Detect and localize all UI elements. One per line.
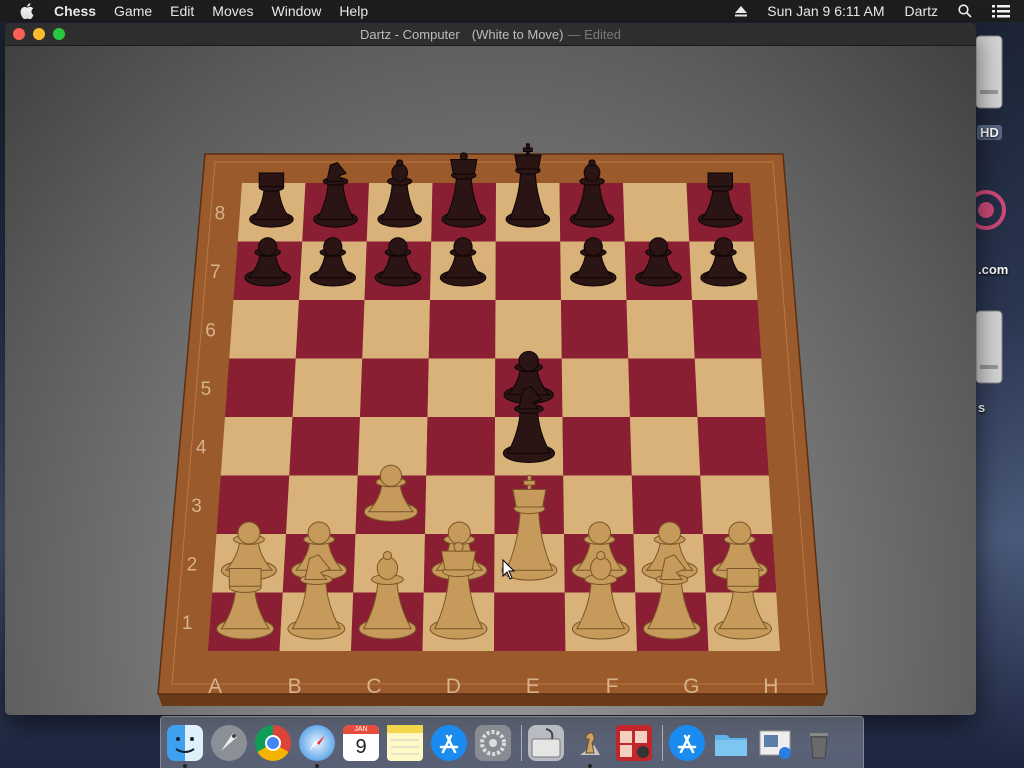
board-square-f5[interactable]	[561, 358, 630, 418]
file-label: H	[763, 675, 778, 698]
file-label: G	[683, 675, 699, 698]
board-square-d4[interactable]	[426, 417, 495, 476]
rank-label: 3	[191, 496, 202, 517]
rank-label: 6	[205, 320, 216, 341]
file-label: E	[526, 675, 540, 698]
calendar-month: JAN	[343, 724, 379, 734]
desktop-hard-drive-icon[interactable]	[972, 30, 1020, 112]
running-indicator	[183, 763, 187, 768]
menu-user[interactable]: Dartz	[905, 3, 938, 19]
board-square-e7[interactable]	[495, 241, 562, 301]
disk-utility-icon[interactable]	[528, 724, 564, 761]
rank-label: 4	[196, 437, 207, 458]
menu-moves[interactable]: Moves	[212, 3, 253, 19]
board-square-e1[interactable]	[494, 592, 566, 652]
menu-game[interactable]: Game	[114, 3, 152, 19]
spotlight-search-icon[interactable]	[958, 4, 972, 18]
safari-icon[interactable]	[299, 724, 335, 768]
desktop-label-s: s	[978, 400, 986, 415]
file-label: F	[606, 675, 619, 698]
system-preferences-icon[interactable]	[475, 724, 511, 761]
finder-icon[interactable]	[167, 724, 203, 768]
dock-separator	[662, 724, 663, 761]
chrome-icon[interactable]	[255, 724, 291, 761]
trash-icon[interactable]	[801, 725, 837, 761]
running-indicator	[588, 763, 592, 768]
rank-label: 8	[215, 203, 226, 224]
rank-label: 1	[182, 613, 193, 634]
apple-menu-icon[interactable]	[20, 3, 38, 19]
chess-board[interactable]: A B C D E F G H 1 2 3 4 5 6 7 8	[5, 46, 976, 715]
eject-icon[interactable]	[735, 5, 748, 17]
calendar-icon[interactable]: JAN 9	[343, 724, 379, 761]
board-square-f6[interactable]	[561, 300, 629, 359]
dock-separator	[521, 724, 522, 761]
rank-label: 2	[187, 554, 198, 575]
running-indicator	[315, 763, 319, 768]
menu-app-name[interactable]: Chess	[54, 3, 96, 19]
window-titlebar[interactable]: Dartz - Computer (White to Move) — Edite…	[5, 23, 976, 46]
chess-scene: A B C D E F G H 1 2 3 4 5 6 7 8	[5, 46, 976, 715]
zoom-button[interactable]	[53, 28, 65, 40]
notification-center-icon[interactable]	[992, 4, 1010, 18]
desktop-label-com: .com	[978, 262, 1009, 277]
desktop-label-hd: HD	[977, 125, 1002, 140]
file-label: D	[446, 675, 461, 698]
dock: JAN 9	[160, 716, 864, 768]
board-square-g5[interactable]	[628, 358, 698, 418]
calendar-day: 9	[355, 735, 367, 758]
board-edge	[158, 694, 827, 706]
window-edited-indicator: — Edited	[567, 26, 621, 42]
rank-label: 5	[201, 379, 212, 400]
menu-bar: Chess Game Edit Moves Window Help Sun Ja…	[0, 0, 1024, 22]
minimize-button[interactable]	[33, 28, 45, 40]
desktop-app-icon[interactable]	[966, 170, 1020, 250]
preview-icon[interactable]	[757, 725, 793, 761]
menu-help[interactable]: Help	[339, 3, 368, 19]
board-square-h6[interactable]	[692, 300, 762, 359]
file-label: B	[288, 675, 302, 698]
menu-datetime[interactable]: Sun Jan 9 6:11 AM	[767, 3, 884, 19]
close-button[interactable]	[13, 28, 25, 40]
board-square-g6[interactable]	[626, 300, 695, 359]
photo-booth-icon[interactable]	[616, 724, 652, 761]
launchpad-icon[interactable]	[211, 724, 247, 761]
desktop-drive-icon[interactable]	[972, 305, 1020, 387]
board-square-a5[interactable]	[225, 358, 296, 418]
board-square-c6[interactable]	[362, 300, 430, 359]
board-square-g8[interactable]	[623, 183, 690, 242]
notes-icon[interactable]	[387, 724, 423, 761]
menu-window[interactable]: Window	[272, 3, 322, 19]
board-square-b6[interactable]	[295, 300, 365, 359]
board-square-h4[interactable]	[697, 417, 769, 476]
board-square-f4[interactable]	[562, 417, 632, 476]
board-square-g4[interactable]	[630, 417, 701, 476]
board-square-d5[interactable]	[427, 358, 496, 418]
chess-icon[interactable]	[572, 725, 608, 768]
window-status: (White to Move)	[471, 26, 564, 42]
board-square-e6[interactable]	[495, 300, 562, 359]
file-label: C	[366, 675, 381, 698]
rank-label: 7	[210, 262, 221, 283]
board-square-b5[interactable]	[292, 358, 363, 418]
board-square-a4[interactable]	[220, 417, 293, 476]
app-store-icon[interactable]	[431, 724, 467, 761]
board-square-d6[interactable]	[428, 300, 496, 359]
chess-window: Dartz - Computer (White to Move) — Edite…	[5, 23, 976, 715]
window-title: Dartz - Computer	[360, 26, 460, 42]
menu-edit[interactable]: Edit	[170, 3, 194, 19]
board-square-c5[interactable]	[360, 358, 429, 418]
board-square-h5[interactable]	[694, 358, 765, 418]
board-square-a6[interactable]	[229, 300, 299, 359]
app-store-downloads-icon[interactable]	[669, 724, 705, 761]
folder-icon[interactable]	[713, 725, 749, 761]
board-square-b4[interactable]	[289, 417, 360, 476]
file-label: A	[208, 675, 222, 698]
